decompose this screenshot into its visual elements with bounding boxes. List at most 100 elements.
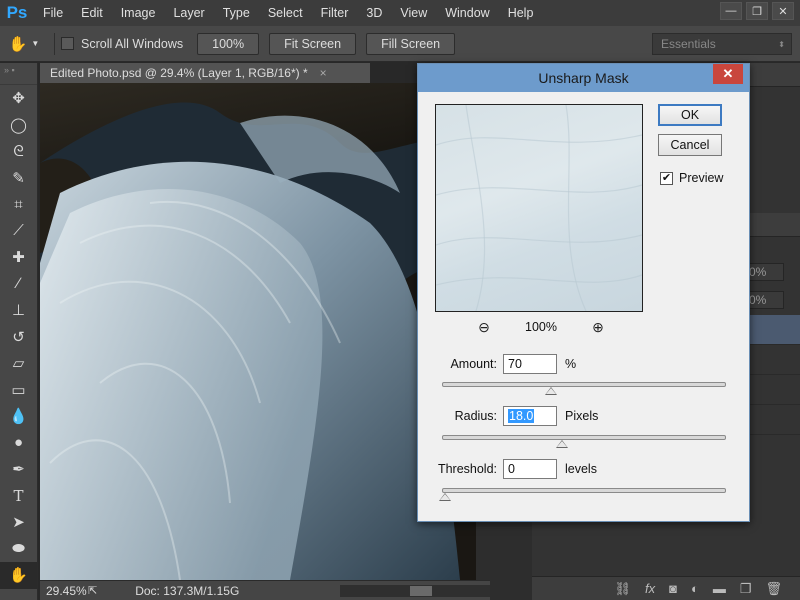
document-tab-title: Edited Photo.psd @ 29.4% (Layer 1, RGB/1… <box>50 66 308 80</box>
menu-view[interactable]: View <box>391 6 436 20</box>
zoom-out-icon[interactable]: ⊖ <box>476 319 492 335</box>
history-brush-tool-icon[interactable]: ↺ <box>0 324 37 351</box>
menu-bar: Ps File Edit Image Layer Type Select Fil… <box>0 0 800 26</box>
ok-button[interactable]: OK <box>658 104 722 126</box>
menu-type[interactable]: Type <box>214 6 259 20</box>
eraser-tool-icon[interactable]: ▱ <box>0 350 37 377</box>
hand-tool-preset-icon[interactable]: ✋ ▼ <box>0 35 48 53</box>
toolbox-grip[interactable]: » ▪ <box>0 63 37 85</box>
chevron-updown-icon: ⬍ <box>778 39 785 49</box>
close-tab-icon[interactable]: × <box>320 66 327 80</box>
menu-window[interactable]: Window <box>436 6 498 20</box>
scroll-all-windows-option[interactable]: Scroll All Windows <box>61 37 183 51</box>
threshold-slider-thumb[interactable] <box>439 493 451 501</box>
threshold-row: Threshold: 0 levels <box>435 459 597 479</box>
amount-input[interactable]: 70 <box>503 354 557 374</box>
preview-zoom-level: 100% <box>525 320 557 334</box>
threshold-input[interactable]: 0 <box>503 459 557 479</box>
healing-brush-tool-icon[interactable]: ✚ <box>0 244 37 271</box>
preview-option[interactable]: ✔ Preview <box>660 171 723 185</box>
menu-filter[interactable]: Filter <box>312 6 358 20</box>
window-controls: — ❐ ✕ <box>720 2 794 20</box>
radius-slider-thumb[interactable] <box>555 440 568 448</box>
crop-tool-icon[interactable]: ⌗ <box>0 191 37 218</box>
marquee-tool-icon[interactable]: ◯ <box>0 112 37 139</box>
new-group-icon[interactable]: ▬ <box>713 581 726 596</box>
type-tool-icon[interactable]: T <box>0 483 37 510</box>
clone-stamp-tool-icon[interactable]: ⊥ <box>0 297 37 324</box>
dialog-title-bar[interactable]: Unsharp Mask ✕ <box>418 64 749 92</box>
unsharp-mask-dialog: Unsharp Mask ✕ OK Cancel ✔ Preview ⊖ 100… <box>417 63 750 522</box>
scroll-all-windows-label: Scroll All Windows <box>81 36 184 51</box>
adjustment-layer-icon[interactable]: ◐ <box>691 581 699 596</box>
radius-slider[interactable] <box>442 435 726 448</box>
dodge-tool-icon[interactable]: ● <box>0 430 37 457</box>
menu-file[interactable]: File <box>34 6 72 20</box>
menu-3d[interactable]: 3D <box>357 6 391 20</box>
zoom-level[interactable]: 29.45% <box>40 584 88 598</box>
amount-unit: % <box>565 357 577 371</box>
radius-row: Radius: 18.0 Pixels <box>435 406 598 426</box>
link-layers-icon[interactable]: ⛓ <box>614 581 631 597</box>
document-tab[interactable]: Edited Photo.psd @ 29.4% (Layer 1, RGB/1… <box>40 63 370 83</box>
zoom-100-button[interactable]: 100% <box>197 32 260 55</box>
add-mask-icon[interactable]: ◙ <box>669 581 677 596</box>
filter-preview[interactable] <box>435 104 643 312</box>
preview-zoom-controls: ⊖ 100% ⊕ <box>476 319 606 335</box>
trash-icon[interactable]: 🗑 <box>765 581 782 597</box>
quick-select-tool-icon[interactable]: ✎ <box>0 165 37 192</box>
layers-panel-footer: ⛓ fx ◙ ◐ ▬ ❐ 🗑 <box>532 576 800 600</box>
horizontal-scroll-thumb[interactable] <box>410 586 432 596</box>
close-window-icon[interactable]: ✕ <box>772 2 794 20</box>
document-size: Doc: 137.3M/1.15G <box>135 583 240 598</box>
scroll-all-windows-checkbox[interactable] <box>61 37 74 50</box>
amount-row: Amount: 70 % <box>435 354 576 374</box>
fill-screen-button[interactable]: Fill Screen <box>366 32 456 55</box>
threshold-label: Threshold: <box>437 462 497 476</box>
move-tool-icon[interactable]: ✥ <box>0 85 37 112</box>
eyedropper-tool-icon[interactable]: ⟋ <box>0 218 37 245</box>
gradient-tool-icon[interactable]: ▭ <box>0 377 37 404</box>
radius-label: Radius: <box>454 409 497 423</box>
opacity-field[interactable]: 0% <box>744 263 784 281</box>
threshold-slider[interactable] <box>439 488 726 501</box>
ellipse-tool-icon[interactable]: ⬬ <box>0 536 37 563</box>
close-icon[interactable]: ✕ <box>713 64 743 84</box>
hand-tool-icon[interactable]: ✋ <box>0 562 37 589</box>
menu-help[interactable]: Help <box>499 6 543 20</box>
menu-image[interactable]: Image <box>112 6 165 20</box>
amount-slider[interactable] <box>442 382 726 395</box>
workspace-select[interactable]: Essentials ⬍ <box>652 33 792 55</box>
menu-edit[interactable]: Edit <box>72 6 112 20</box>
menu-select[interactable]: Select <box>259 6 312 20</box>
options-bar: ✋ ▼ Scroll All Windows 100% Fit Screen Fi… <box>0 26 800 62</box>
path-selection-tool-icon[interactable]: ➤ <box>0 509 37 536</box>
lasso-tool-icon[interactable]: ᘓ <box>0 138 37 165</box>
photoshop-logo: Ps <box>6 3 28 22</box>
fx-icon[interactable]: fx <box>645 581 655 596</box>
toolbox: » ▪ ✥ ◯ ᘓ ✎ ⌗ ⟋ ✚ ∕ ⊥ ↺ ▱ ▭ 💧 ● ✒ T ➤ ⬬ … <box>0 63 38 600</box>
workspace-label: Essentials <box>661 37 716 51</box>
restore-icon[interactable]: ❐ <box>746 2 768 20</box>
divider <box>54 32 55 55</box>
preview-image <box>436 105 642 311</box>
threshold-unit: levels <box>565 462 597 476</box>
amount-label: Amount: <box>450 357 497 371</box>
fill-field[interactable]: 0% <box>744 291 784 309</box>
amount-slider-thumb[interactable] <box>544 387 557 395</box>
radius-input[interactable]: 18.0 <box>503 406 557 426</box>
radius-value: 18.0 <box>508 409 535 423</box>
radius-unit: Pixels <box>565 409 599 423</box>
menu-layer[interactable]: Layer <box>164 6 213 20</box>
zoom-in-icon[interactable]: ⊕ <box>590 319 606 335</box>
preview-checkbox[interactable]: ✔ <box>660 171 673 185</box>
pen-tool-icon[interactable]: ✒ <box>0 456 37 483</box>
brush-tool-icon[interactable]: ∕ <box>0 271 37 298</box>
status-bar: 29.45% ⇱ Doc: 137.3M/1.15G <box>40 580 520 600</box>
minimize-icon[interactable]: — <box>720 2 742 20</box>
fit-screen-button[interactable]: Fit Screen <box>269 32 357 55</box>
export-icon[interactable]: ⇱ <box>88 584 97 597</box>
blur-tool-icon[interactable]: 💧 <box>0 403 37 430</box>
cancel-button[interactable]: Cancel <box>658 134 722 156</box>
new-layer-icon[interactable]: ❐ <box>740 581 752 597</box>
